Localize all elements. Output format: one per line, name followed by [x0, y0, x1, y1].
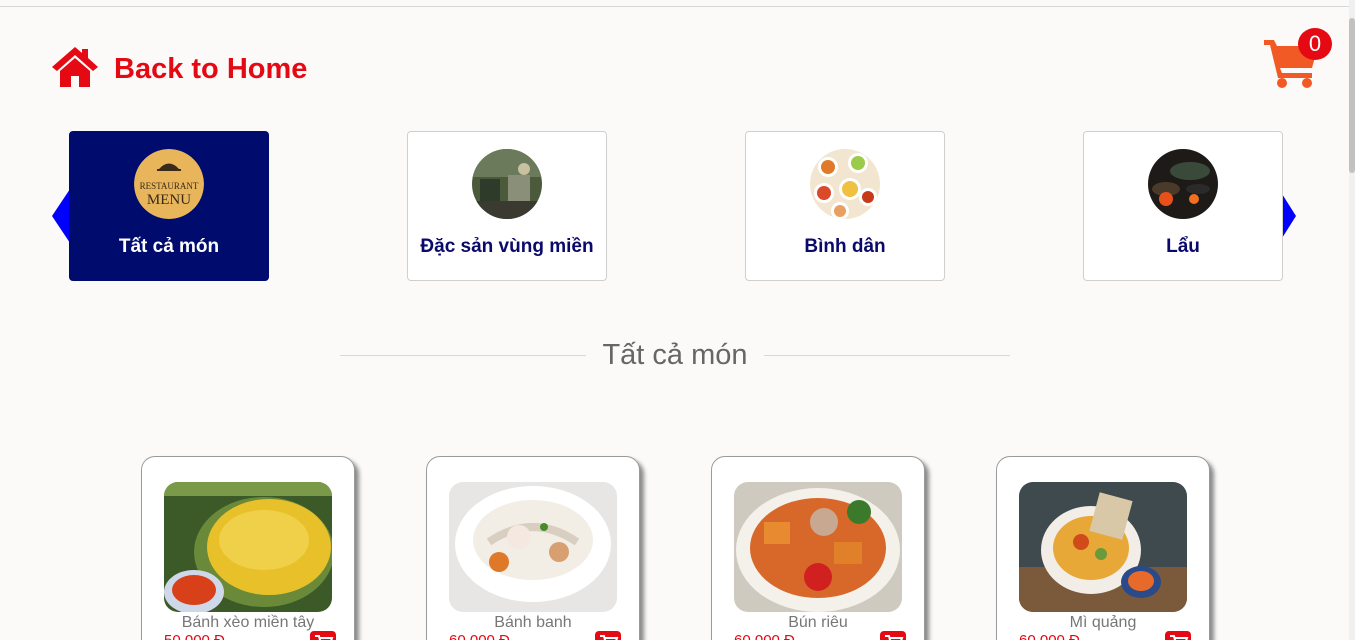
- cart-count-badge: 0: [1298, 28, 1332, 60]
- product-card[interactable]: Bánh banh 60.000 Đ: [426, 456, 640, 640]
- product-name: Mì quảng: [1069, 614, 1137, 631]
- product-price: 60.000 Đ: [1019, 632, 1080, 640]
- product-card[interactable]: Bún riêu 60.000 Đ: [711, 456, 925, 640]
- cart-button[interactable]: 0: [1262, 28, 1332, 90]
- category-label: Bình dân: [804, 236, 886, 257]
- product-price: 60.000 Đ: [734, 632, 795, 640]
- add-to-cart-icon[interactable]: [310, 631, 336, 640]
- top-divider: [0, 6, 1350, 7]
- menu-logo-bottom-text: MENU: [147, 192, 191, 208]
- category-label: Lẩu: [1166, 236, 1200, 257]
- category-thumb-popular: [810, 149, 880, 219]
- product-price: 60.000 Đ: [449, 632, 510, 640]
- product-image-banh-banh[interactable]: [449, 482, 617, 612]
- category-label: Đặc sản vùng miền: [420, 236, 594, 257]
- category-popular[interactable]: Bình dân: [745, 131, 945, 281]
- product-price: 50.000 Đ: [164, 632, 225, 640]
- section-title: Tất cả món: [602, 338, 748, 371]
- category-thumb-hotpot: [1148, 149, 1218, 219]
- menu-logo-top-text: RESTAURANT: [140, 181, 199, 191]
- category-regional[interactable]: Đặc sản vùng miền: [407, 131, 607, 281]
- add-to-cart-icon[interactable]: [880, 631, 906, 640]
- product-image-banh-xeo[interactable]: [164, 482, 332, 612]
- back-to-home-label: Back to Home: [114, 52, 308, 85]
- product-card[interactable]: Mì quảng 60.000 Đ: [996, 456, 1210, 640]
- scrollbar[interactable]: [1349, 0, 1355, 640]
- category-hotpot[interactable]: Lẩu: [1083, 131, 1283, 281]
- category-all[interactable]: RESTAURANT MENU Tất cả món: [69, 131, 269, 281]
- add-to-cart-icon[interactable]: [595, 631, 621, 640]
- category-thumb-menu: RESTAURANT MENU: [134, 149, 204, 219]
- back-to-home-link[interactable]: Back to Home: [50, 45, 307, 89]
- product-image-bun-rieu[interactable]: [734, 482, 902, 612]
- product-name: Bánh xèo miền tây: [181, 614, 315, 631]
- add-to-cart-icon[interactable]: [1165, 631, 1191, 640]
- product-image-mi-quang[interactable]: [1019, 482, 1187, 612]
- section-heading: Tất cả món: [340, 335, 1010, 375]
- heading-divider-right: [763, 354, 1010, 356]
- home-icon: [52, 47, 98, 87]
- category-thumb-regional: [472, 149, 542, 219]
- product-name: Bún riêu: [788, 614, 848, 631]
- product-card[interactable]: Bánh xèo miền tây 50.000 Đ: [141, 456, 355, 640]
- heading-divider-left: [340, 354, 587, 356]
- scrollbar-thumb[interactable]: [1349, 18, 1355, 173]
- category-label: Tất cả món: [118, 236, 220, 257]
- product-name: Bánh banh: [494, 614, 572, 631]
